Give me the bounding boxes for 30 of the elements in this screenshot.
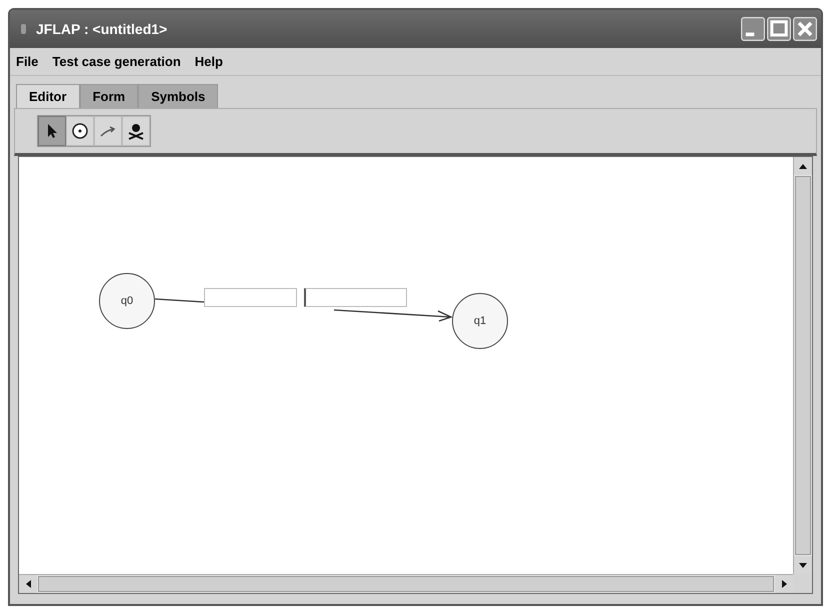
minimize-button[interactable] bbox=[741, 17, 765, 41]
menu-item[interactable]: File bbox=[16, 54, 38, 69]
state-tool-button[interactable] bbox=[66, 116, 94, 146]
delete-tool-button[interactable] bbox=[122, 116, 150, 146]
horizontal-scrollbar[interactable] bbox=[19, 574, 793, 593]
transition-tool-button[interactable] bbox=[94, 116, 122, 146]
window-title: JFLAP : <untitled1> bbox=[36, 21, 168, 37]
menu-item[interactable]: Test case generation bbox=[52, 54, 181, 69]
maximize-button[interactable] bbox=[767, 17, 791, 41]
vertical-scrollbar[interactable] bbox=[793, 157, 812, 574]
scroll-right-button[interactable] bbox=[775, 575, 793, 593]
left-triangle-icon bbox=[26, 580, 30, 588]
pointer-tool-button[interactable] bbox=[38, 116, 66, 146]
tab[interactable]: Editor bbox=[16, 84, 80, 108]
scroll-up-button[interactable] bbox=[794, 157, 812, 175]
menu-item[interactable]: Help bbox=[194, 54, 223, 69]
right-triangle-icon bbox=[782, 580, 786, 588]
scroll-left-button[interactable] bbox=[19, 575, 37, 593]
circle-icon bbox=[71, 122, 89, 140]
transition-label-field[interactable] bbox=[304, 288, 407, 307]
state-node: q0 bbox=[99, 273, 155, 329]
state-node: q1 bbox=[452, 293, 508, 349]
up-triangle-icon bbox=[799, 164, 807, 168]
tab[interactable]: Symbols bbox=[138, 84, 218, 108]
down-triangle-icon bbox=[799, 562, 807, 568]
close-button[interactable] bbox=[793, 17, 817, 41]
skull-crossbones-icon bbox=[127, 122, 145, 140]
transition-label-field[interactable] bbox=[204, 288, 297, 307]
scroll-down-button[interactable] bbox=[794, 556, 812, 574]
tab[interactable]: Form bbox=[80, 84, 138, 108]
